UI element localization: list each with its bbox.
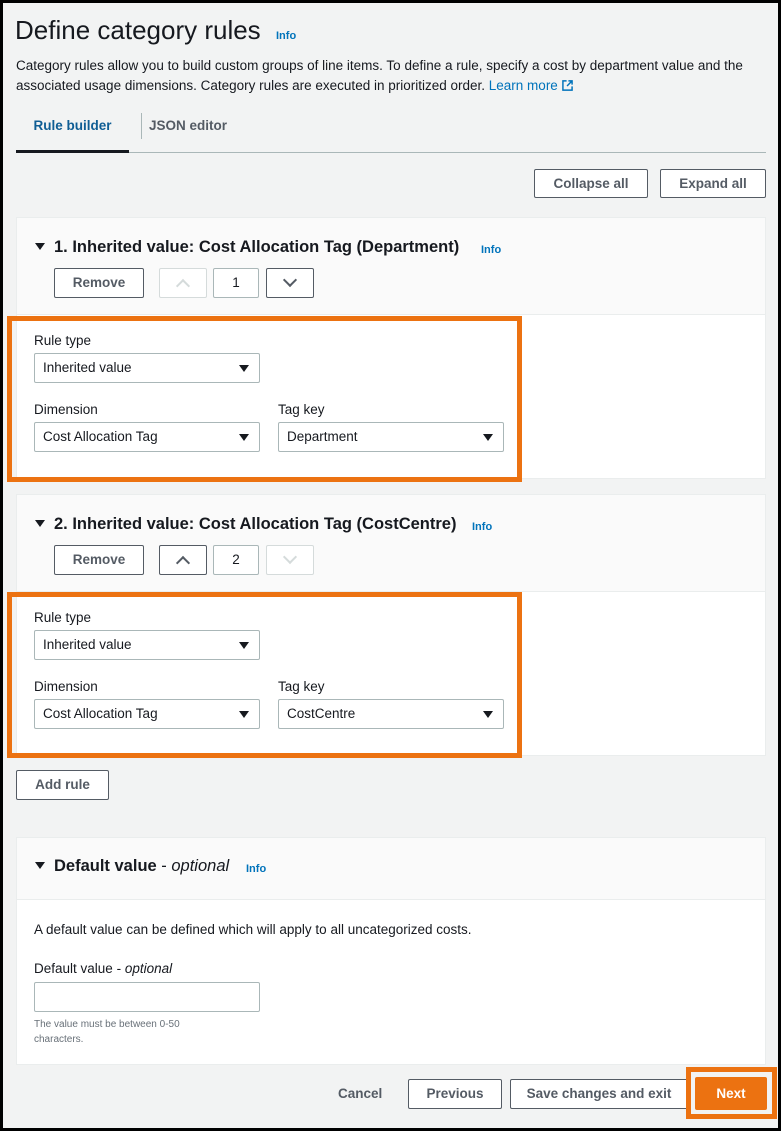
page-title: Define category rules xyxy=(15,15,261,45)
next-button[interactable]: Next xyxy=(695,1077,767,1110)
learn-more-link[interactable]: Learn more xyxy=(489,78,573,93)
title-info-link[interactable]: Info xyxy=(276,30,296,42)
default-value-title-suffix: optional xyxy=(171,857,230,875)
page-frame: Define category rules Info Category rule… xyxy=(0,0,781,1131)
highlight-frame-rule-2 xyxy=(7,592,522,758)
default-value-field-label-suffix: optional xyxy=(124,961,173,976)
default-value-hint: The value must be between 0-50 character… xyxy=(34,1019,180,1045)
default-value-body: A default value can be defined which wil… xyxy=(17,900,765,1064)
previous-button[interactable]: Previous xyxy=(408,1079,502,1109)
tab-bar: Rule builder JSON editor xyxy=(16,107,766,153)
move-down-button-2[interactable] xyxy=(266,545,314,575)
move-down-button-1[interactable] xyxy=(266,268,314,298)
default-value-input[interactable] xyxy=(34,982,260,1012)
rule-header-2: 2. Inherited value: Cost Allocation Tag … xyxy=(17,495,765,592)
remove-rule-button-2[interactable]: Remove xyxy=(54,545,144,575)
chevron-up-icon xyxy=(175,555,191,571)
caret-down-icon[interactable] xyxy=(35,243,45,250)
chevron-down-icon xyxy=(282,272,298,288)
default-value-info-link[interactable]: Info xyxy=(246,863,266,875)
save-and-exit-button[interactable]: Save changes and exit xyxy=(510,1079,688,1109)
rule-title-2: 2. Inherited value: Cost Allocation Tag … xyxy=(54,515,457,533)
move-up-button-1[interactable] xyxy=(159,268,207,298)
expand-all-button[interactable]: Expand all xyxy=(660,169,766,198)
rule-order-2[interactable]: 2 xyxy=(213,545,259,575)
chevron-down-icon xyxy=(282,549,298,565)
page-description: Category rules allow you to build custom… xyxy=(16,56,766,96)
chevron-up-icon xyxy=(175,278,191,294)
caret-down-icon[interactable] xyxy=(35,862,45,869)
rule-info-link-1[interactable]: Info xyxy=(481,244,501,256)
rule-info-link-2[interactable]: Info xyxy=(472,521,492,533)
highlight-frame-rule-1 xyxy=(7,316,522,482)
tab-json-editor[interactable]: JSON editor xyxy=(149,107,227,153)
description-text: Category rules allow you to build custom… xyxy=(16,58,743,93)
default-value-field-label: Default value - optional xyxy=(34,961,173,976)
tab-divider xyxy=(141,113,142,139)
caret-down-icon[interactable] xyxy=(35,520,45,527)
learn-more-label: Learn more xyxy=(488,78,558,93)
default-value-title: Default value - optional xyxy=(54,857,230,875)
rule-title-1: 1. Inherited value: Cost Allocation Tag … xyxy=(54,238,460,256)
external-link-icon xyxy=(562,80,573,91)
default-value-field-label-text: Default value xyxy=(34,961,113,976)
default-value-title-text: Default value xyxy=(54,857,157,875)
collapse-all-button[interactable]: Collapse all xyxy=(534,169,648,198)
rule-order-1[interactable]: 1 xyxy=(213,268,259,298)
default-value-header: Default value - optional Info xyxy=(17,838,765,900)
rule-header-1: 1. Inherited value: Cost Allocation Tag … xyxy=(17,218,765,315)
default-value-panel: Default value - optional Info A default … xyxy=(16,837,766,1065)
add-rule-button[interactable]: Add rule xyxy=(16,770,109,800)
default-value-description: A default value can be defined which wil… xyxy=(34,922,472,937)
cancel-button[interactable]: Cancel xyxy=(338,1086,382,1101)
tab-rule-builder[interactable]: Rule builder xyxy=(16,107,129,153)
remove-rule-button-1[interactable]: Remove xyxy=(54,268,144,298)
move-up-button-2[interactable] xyxy=(159,545,207,575)
